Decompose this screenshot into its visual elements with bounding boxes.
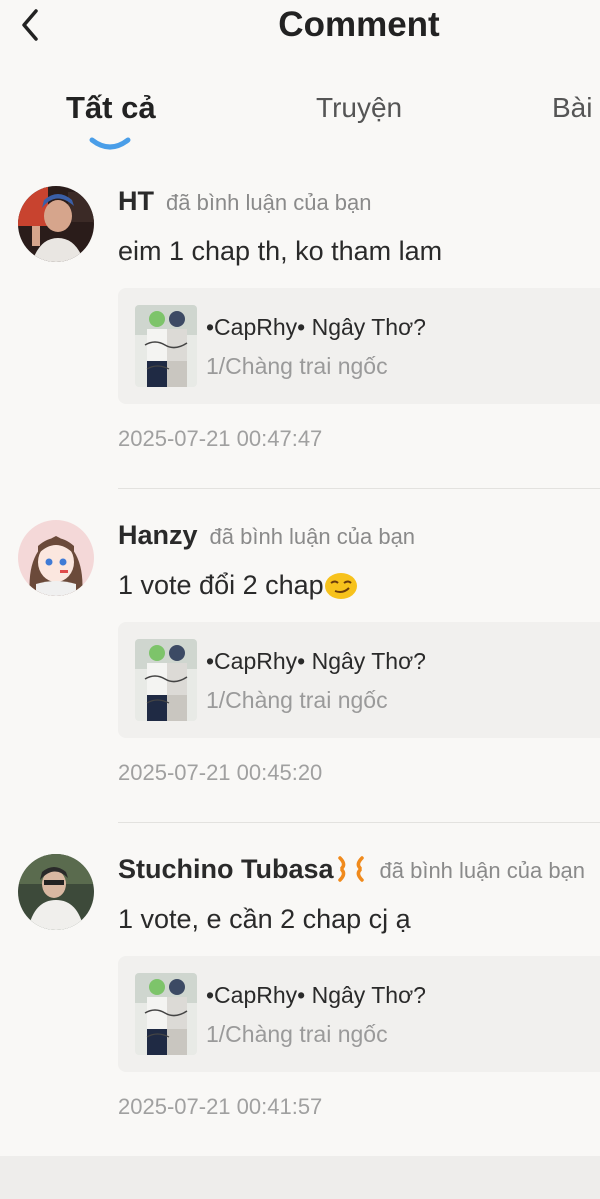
- comment-list: HT đã bình luận của bạn eim 1 chap th, ko…: [0, 180, 600, 1182]
- comment-header: Hanzy đã bình luận của bạn: [118, 520, 415, 551]
- username[interactable]: Stuchino Tubasa: [118, 854, 334, 884]
- tab-stories[interactable]: Truyện: [316, 92, 402, 124]
- tab-all[interactable]: Tất cả: [66, 90, 156, 126]
- user-avatar-image: [18, 186, 94, 262]
- timestamp: 2025-07-21 00:47:47: [118, 426, 323, 451]
- comment-header: HT đã bình luận của bạn: [118, 186, 372, 217]
- user-avatar-image: [18, 520, 94, 596]
- top-bar: Comment: [0, 0, 600, 56]
- avatar[interactable]: [18, 186, 94, 262]
- smirking-face-emoji-icon: [324, 570, 358, 607]
- chapter-label: 1/Chàng trai ngốc: [206, 687, 388, 713]
- chapter-label: 1/Chàng trai ngốc: [206, 1021, 388, 1047]
- story-card[interactable]: •CapRhy• Ngây Thơ? 1/Chàng trai ngốc: [118, 956, 600, 1072]
- list-footer: [0, 1156, 600, 1199]
- chapter-label: 1/Chàng trai ngốc: [206, 353, 388, 379]
- username[interactable]: Hanzy: [118, 520, 198, 550]
- action-text: đã bình luận của bạn: [166, 190, 372, 215]
- active-tab-indicator: [89, 137, 131, 150]
- username[interactable]: HT: [118, 186, 154, 216]
- book-title: •CapRhy• Ngây Thơ?: [206, 314, 426, 340]
- story-card[interactable]: •CapRhy• Ngây Thơ? 1/Chàng trai ngốc: [118, 622, 600, 738]
- comment-item: HT đã bình luận của bạn eim 1 chap th, ko…: [0, 180, 600, 514]
- comment-item: Hanzy đã bình luận của bạn 1 vote đổi 2 c…: [0, 514, 600, 848]
- anger-symbol-emoji-icon: [334, 854, 368, 889]
- avatar[interactable]: [18, 520, 94, 596]
- comment-text: 1 vote đổi 2 chap: [118, 570, 358, 607]
- page-title: Comment: [278, 5, 440, 44]
- book-cover: [135, 305, 197, 387]
- book-title: •CapRhy• Ngây Thơ?: [206, 648, 426, 674]
- book-cover: [135, 973, 197, 1055]
- comment-text-content: 1 vote đổi 2 chap: [118, 570, 324, 600]
- timestamp: 2025-07-21 00:45:20: [118, 760, 323, 785]
- book-title: •CapRhy• Ngây Thơ?: [206, 982, 426, 1008]
- book-cover: [135, 639, 197, 721]
- avatar[interactable]: [18, 854, 94, 930]
- comment-text: 1 vote, e cần 2 chap cj ạ: [118, 904, 411, 934]
- action-text: đã bình luận của bạn: [209, 524, 416, 549]
- user-avatar-image: [18, 854, 94, 930]
- action-text: đã bình luận của bạn: [379, 858, 586, 883]
- divider: [118, 488, 600, 489]
- comment-header: Stuchino Tubasa đã bình luận của bạn: [118, 854, 585, 889]
- comment-item: Stuchino Tubasa đã bình luận của bạn 1 vo…: [0, 848, 600, 1182]
- timestamp: 2025-07-21 00:41:57: [118, 1094, 323, 1119]
- tab-posts[interactable]: Bài: [552, 92, 592, 124]
- comment-text: eim 1 chap th, ko tham lam: [118, 236, 443, 266]
- story-card[interactable]: •CapRhy• Ngây Thơ? 1/Chàng trai ngốc: [118, 288, 600, 404]
- divider: [118, 822, 600, 823]
- tab-bar: Tất cả Truyện Bài: [0, 88, 600, 158]
